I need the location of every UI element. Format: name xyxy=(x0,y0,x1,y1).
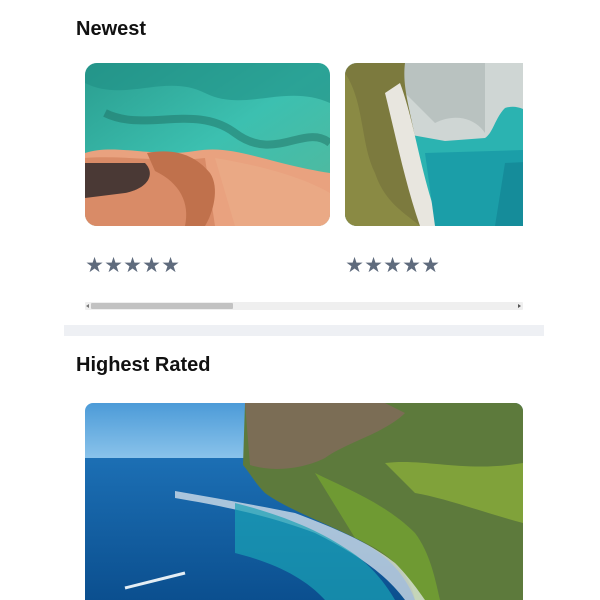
star-icon: ★ xyxy=(383,253,402,277)
scrollbar-thumb[interactable] xyxy=(91,303,233,309)
section-divider xyxy=(64,325,544,336)
scroll-left-icon[interactable] xyxy=(86,304,89,308)
star-icon: ★ xyxy=(345,253,364,277)
star-icon: ★ xyxy=(123,253,142,277)
star-icon: ★ xyxy=(421,253,440,277)
place-card[interactable]: ★★★★★ xyxy=(85,63,330,277)
sea-arch-image[interactable] xyxy=(345,63,523,226)
rating-stars: ★★★★★ xyxy=(345,253,440,277)
coastal-headland-image[interactable] xyxy=(85,403,523,600)
star-icon: ★ xyxy=(364,253,383,277)
highest-rated-section-title: Highest Rated xyxy=(76,354,211,376)
carousel-scrollbar[interactable] xyxy=(85,302,523,310)
star-icon: ★ xyxy=(85,253,104,277)
star-icon: ★ xyxy=(161,253,180,277)
star-icon: ★ xyxy=(402,253,421,277)
scroll-right-icon[interactable] xyxy=(518,304,521,308)
rating-stars: ★★★★★ xyxy=(85,253,180,277)
newest-carousel[interactable]: ★★★★★ ★★★★★ xyxy=(85,63,523,313)
star-icon: ★ xyxy=(142,253,161,277)
newest-section-title: Newest xyxy=(76,18,147,40)
star-icon: ★ xyxy=(104,253,123,277)
aerial-beach-image[interactable] xyxy=(85,63,330,226)
place-card[interactable]: ★★★★★ xyxy=(345,63,523,277)
